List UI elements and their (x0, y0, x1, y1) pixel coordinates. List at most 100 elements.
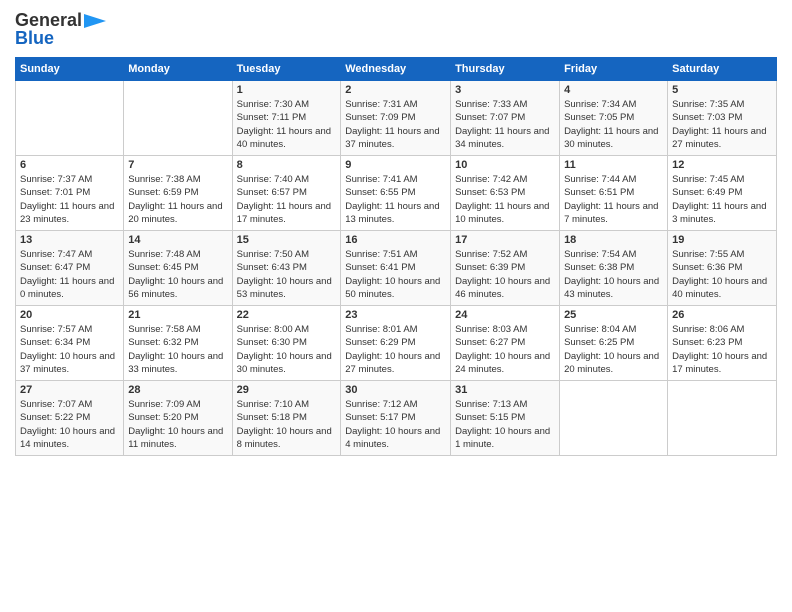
day-info: Sunrise: 7:54 AMSunset: 6:38 PMDaylight:… (564, 248, 663, 301)
day-cell: 19Sunrise: 7:55 AMSunset: 6:36 PMDayligh… (668, 231, 777, 306)
weekday-header-wednesday: Wednesday (341, 58, 451, 81)
day-number: 12 (672, 159, 772, 171)
day-info: Sunrise: 8:01 AMSunset: 6:29 PMDaylight:… (345, 323, 446, 376)
day-info: Sunrise: 7:09 AMSunset: 5:20 PMDaylight:… (128, 398, 227, 451)
day-info: Sunrise: 7:38 AMSunset: 6:59 PMDaylight:… (128, 173, 227, 226)
day-cell: 26 Sunrise: 8:06 AMSunset: 6:23 PMDayligh… (668, 306, 777, 381)
day-info: Sunrise: 7:30 AMSunset: 7:11 PMDaylight:… (237, 98, 337, 151)
week-row-1: 1 Sunrise: 7:30 AMSunset: 7:11 PMDaylight… (16, 81, 777, 156)
day-number: 25 (564, 309, 663, 321)
week-row-4: 20Sunrise: 7:57 AMSunset: 6:34 PMDayligh… (16, 306, 777, 381)
day-info: Sunrise: 7:34 AMSunset: 7:05 PMDaylight:… (564, 98, 663, 151)
day-info: Sunrise: 7:45 AMSunset: 6:49 PMDaylight:… (672, 173, 772, 226)
day-info: Sunrise: 7:10 AMSunset: 5:18 PMDaylight:… (237, 398, 337, 451)
week-row-2: 6Sunrise: 7:37 AMSunset: 7:01 PMDaylight… (16, 156, 777, 231)
weekday-header-tuesday: Tuesday (232, 58, 341, 81)
day-number: 18 (564, 234, 663, 246)
day-info: Sunrise: 7:37 AMSunset: 7:01 PMDaylight:… (20, 173, 119, 226)
day-cell: 17 Sunrise: 7:52 AMSunset: 6:39 PMDayligh… (451, 231, 560, 306)
day-cell: 2Sunrise: 7:31 AMSunset: 7:09 PMDaylight… (341, 81, 451, 156)
day-number: 8 (237, 159, 337, 171)
day-cell: 27 Sunrise: 7:07 AMSunset: 5:22 PMDayligh… (16, 381, 124, 456)
day-cell: 20Sunrise: 7:57 AMSunset: 6:34 PMDayligh… (16, 306, 124, 381)
day-info: Sunrise: 8:06 AMSunset: 6:23 PMDaylight:… (672, 323, 772, 376)
day-number: 7 (128, 159, 227, 171)
day-cell: 22 Sunrise: 8:00 AMSunset: 6:30 PMDayligh… (232, 306, 341, 381)
day-cell: 9 Sunrise: 7:41 AMSunset: 6:55 PMDaylight… (341, 156, 451, 231)
day-cell: 31 Sunrise: 7:13 AMSunset: 5:15 PMDayligh… (451, 381, 560, 456)
day-info: Sunrise: 7:12 AMSunset: 5:17 PMDaylight:… (345, 398, 446, 451)
day-cell (124, 81, 232, 156)
day-info: Sunrise: 8:03 AMSunset: 6:27 PMDaylight:… (455, 323, 555, 376)
day-number: 16 (345, 234, 446, 246)
day-cell: 7 Sunrise: 7:38 AMSunset: 6:59 PMDaylight… (124, 156, 232, 231)
day-number: 31 (455, 384, 555, 396)
day-cell: 30 Sunrise: 7:12 AMSunset: 5:17 PMDayligh… (341, 381, 451, 456)
day-cell: 12 Sunrise: 7:45 AMSunset: 6:49 PMDayligh… (668, 156, 777, 231)
day-cell: 23Sunrise: 8:01 AMSunset: 6:29 PMDayligh… (341, 306, 451, 381)
day-cell (16, 81, 124, 156)
day-number: 28 (128, 384, 227, 396)
day-number: 13 (20, 234, 119, 246)
day-cell: 8Sunrise: 7:40 AMSunset: 6:57 PMDaylight… (232, 156, 341, 231)
day-number: 24 (455, 309, 555, 321)
day-cell: 6Sunrise: 7:37 AMSunset: 7:01 PMDaylight… (16, 156, 124, 231)
logo: General Blue (15, 10, 106, 49)
logo-blue: Blue (15, 28, 54, 49)
day-info: Sunrise: 7:07 AMSunset: 5:22 PMDaylight:… (20, 398, 119, 451)
day-number: 5 (672, 84, 772, 96)
day-cell: 28 Sunrise: 7:09 AMSunset: 5:20 PMDayligh… (124, 381, 232, 456)
day-info: Sunrise: 8:04 AMSunset: 6:25 PMDaylight:… (564, 323, 663, 376)
day-number: 26 (672, 309, 772, 321)
day-number: 9 (345, 159, 446, 171)
day-number: 27 (20, 384, 119, 396)
day-cell: 25 Sunrise: 8:04 AMSunset: 6:25 PMDayligh… (560, 306, 668, 381)
day-number: 10 (455, 159, 555, 171)
day-cell (560, 381, 668, 456)
day-number: 1 (237, 84, 337, 96)
weekday-header-saturday: Saturday (668, 58, 777, 81)
header: General Blue (15, 10, 777, 49)
weekday-header-row: SundayMondayTuesdayWednesdayThursdayFrid… (16, 58, 777, 81)
day-cell: 1 Sunrise: 7:30 AMSunset: 7:11 PMDaylight… (232, 81, 341, 156)
logo-arrow-icon (84, 14, 106, 28)
day-number: 22 (237, 309, 337, 321)
weekday-header-monday: Monday (124, 58, 232, 81)
day-info: Sunrise: 8:00 AMSunset: 6:30 PMDaylight:… (237, 323, 337, 376)
weekday-header-thursday: Thursday (451, 58, 560, 81)
day-number: 29 (237, 384, 337, 396)
weekday-header-friday: Friday (560, 58, 668, 81)
day-info: Sunrise: 7:44 AMSunset: 6:51 PMDaylight:… (564, 173, 663, 226)
day-cell: 16 Sunrise: 7:51 AMSunset: 6:41 PMDayligh… (341, 231, 451, 306)
day-number: 4 (564, 84, 663, 96)
day-info: Sunrise: 7:35 AMSunset: 7:03 PMDaylight:… (672, 98, 772, 151)
day-cell: 15Sunrise: 7:50 AMSunset: 6:43 PMDayligh… (232, 231, 341, 306)
day-number: 17 (455, 234, 555, 246)
day-cell: 21 Sunrise: 7:58 AMSunset: 6:32 PMDayligh… (124, 306, 232, 381)
calendar-page: General Blue SundayMondayTuesdayWednesda… (0, 0, 792, 612)
week-row-5: 27 Sunrise: 7:07 AMSunset: 5:22 PMDayligh… (16, 381, 777, 456)
day-number: 21 (128, 309, 227, 321)
day-info: Sunrise: 7:58 AMSunset: 6:32 PMDaylight:… (128, 323, 227, 376)
day-info: Sunrise: 7:31 AMSunset: 7:09 PMDaylight:… (345, 98, 446, 151)
day-cell (668, 381, 777, 456)
day-cell: 29 Sunrise: 7:10 AMSunset: 5:18 PMDayligh… (232, 381, 341, 456)
day-cell: 10 Sunrise: 7:42 AMSunset: 6:53 PMDayligh… (451, 156, 560, 231)
day-info: Sunrise: 7:41 AMSunset: 6:55 PMDaylight:… (345, 173, 446, 226)
day-number: 20 (20, 309, 119, 321)
calendar-table: SundayMondayTuesdayWednesdayThursdayFrid… (15, 57, 777, 456)
day-number: 14 (128, 234, 227, 246)
day-cell: 11Sunrise: 7:44 AMSunset: 6:51 PMDayligh… (560, 156, 668, 231)
day-number: 30 (345, 384, 446, 396)
day-info: Sunrise: 7:52 AMSunset: 6:39 PMDaylight:… (455, 248, 555, 301)
day-cell: 5 Sunrise: 7:35 AMSunset: 7:03 PMDaylight… (668, 81, 777, 156)
day-cell: 4 Sunrise: 7:34 AMSunset: 7:05 PMDaylight… (560, 81, 668, 156)
day-cell: 13Sunrise: 7:47 AMSunset: 6:47 PMDayligh… (16, 231, 124, 306)
day-info: Sunrise: 7:33 AMSunset: 7:07 PMDaylight:… (455, 98, 555, 151)
day-info: Sunrise: 7:13 AMSunset: 5:15 PMDaylight:… (455, 398, 555, 451)
day-cell: 3 Sunrise: 7:33 AMSunset: 7:07 PMDaylight… (451, 81, 560, 156)
day-cell: 24 Sunrise: 8:03 AMSunset: 6:27 PMDayligh… (451, 306, 560, 381)
day-number: 3 (455, 84, 555, 96)
day-info: Sunrise: 7:51 AMSunset: 6:41 PMDaylight:… (345, 248, 446, 301)
day-info: Sunrise: 7:42 AMSunset: 6:53 PMDaylight:… (455, 173, 555, 226)
